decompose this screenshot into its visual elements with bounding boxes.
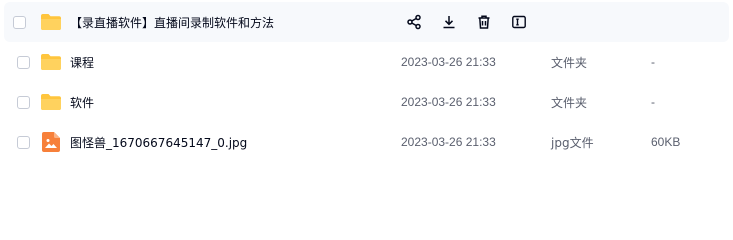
folder-icon — [41, 54, 61, 70]
delete-icon — [478, 15, 490, 29]
file-name[interactable]: 软件 — [70, 94, 94, 111]
rename-icon — [512, 15, 526, 29]
file-type: jpg文件 — [551, 135, 594, 150]
download-button[interactable] — [437, 10, 461, 34]
file-row[interactable]: 课程 2023-03-26 21:33 文件夹 - — [0, 42, 733, 82]
file-row[interactable]: 图怪兽_1670667645147_0.jpg 2023-03-26 21:33… — [0, 122, 733, 162]
row-actions — [402, 2, 531, 42]
rename-button[interactable] — [507, 10, 531, 34]
image-file-icon — [42, 132, 60, 152]
delete-button[interactable] — [472, 10, 496, 34]
file-size: - — [651, 95, 655, 109]
share-icon — [407, 14, 421, 30]
file-list: 【录直播软件】直播间录制软件和方法 课程 2023-03-26 21:33 文件… — [0, 0, 733, 216]
file-type: 文件夹 — [551, 55, 588, 70]
modified-date: 2023-03-26 21:33 — [401, 135, 496, 149]
file-name[interactable]: 【录直播软件】直播间录制软件和方法 — [70, 14, 274, 31]
folder-icon — [41, 94, 61, 110]
row-checkbox[interactable] — [17, 95, 30, 109]
file-name[interactable]: 图怪兽_1670667645147_0.jpg — [70, 134, 247, 151]
share-button[interactable] — [402, 10, 426, 34]
file-size: 60KB — [651, 135, 681, 149]
folder-icon — [41, 14, 61, 30]
file-row[interactable]: 软件 2023-03-26 21:33 文件夹 - — [0, 82, 733, 122]
file-size: - — [651, 55, 655, 69]
file-type: 文件夹 — [551, 95, 588, 110]
file-name[interactable]: 课程 — [70, 54, 94, 71]
row-checkbox[interactable] — [17, 135, 30, 149]
file-row[interactable]: 【录直播软件】直播间录制软件和方法 — [4, 2, 729, 42]
row-checkbox[interactable] — [17, 55, 30, 69]
modified-date: 2023-03-26 21:33 — [401, 95, 496, 109]
row-checkbox[interactable] — [13, 15, 26, 29]
modified-date: 2023-03-26 21:33 — [401, 55, 496, 69]
download-icon — [443, 16, 455, 29]
